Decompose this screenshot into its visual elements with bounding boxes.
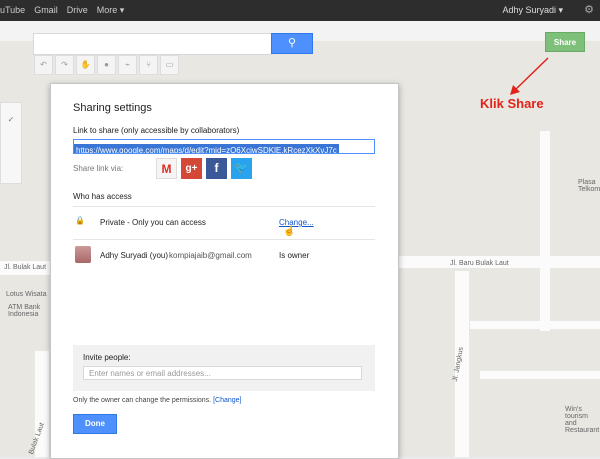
share-link-value: https://www.google.com/maps/d/edit?mid=z… xyxy=(74,144,339,153)
map-label: Jl. Bulak Laut xyxy=(4,264,47,271)
nav-gmail[interactable]: Gmail xyxy=(34,5,58,16)
search-icon: ⚲ xyxy=(287,37,297,49)
nav-more[interactable]: More ▾ xyxy=(97,5,125,16)
owner-role: Is owner xyxy=(279,251,310,260)
annotation-text: Klik Share xyxy=(480,96,544,111)
nav-drive[interactable]: Drive xyxy=(67,5,88,16)
divider xyxy=(73,239,375,240)
avatar xyxy=(75,246,91,263)
top-bar: uTube Gmail Drive More ▾ Adhy Suryadi ▾ … xyxy=(0,0,600,21)
owner-note: Only the owner can change the permission… xyxy=(73,397,242,404)
map-search-input[interactable] xyxy=(33,33,272,55)
share-link-field[interactable]: https://www.google.com/maps/d/edit?mid=z… xyxy=(73,139,375,154)
ruler-icon[interactable]: ▭ xyxy=(160,55,179,75)
marker-icon[interactable]: ● xyxy=(97,55,116,75)
layers-panel[interactable]: ✓ xyxy=(0,102,22,184)
redo-icon[interactable]: ↷ xyxy=(55,55,74,75)
owner-email: kompiajaib@gmail.com xyxy=(169,251,252,260)
gear-icon[interactable]: ⚙ xyxy=(584,3,594,16)
line-icon[interactable]: ⌁ xyxy=(118,55,137,75)
access-level: Private - Only you can access xyxy=(100,218,206,227)
hand-cursor-icon: ☝ xyxy=(283,226,296,237)
directions-icon[interactable]: ⑂ xyxy=(139,55,158,75)
twitter-icon[interactable]: 🐦 xyxy=(231,158,252,179)
access-row: 🔒 Private - Only you can access Change..… xyxy=(73,209,375,237)
account-menu[interactable]: Adhy Suryadi ▾ xyxy=(502,5,563,16)
dialog-title: Sharing settings xyxy=(73,102,152,114)
invite-section: Invite people: Enter names or email addr… xyxy=(73,345,375,391)
sharing-dialog: Sharing settings Link to share (only acc… xyxy=(50,83,399,459)
top-nav: uTube Gmail Drive More ▾ xyxy=(0,5,124,16)
hand-icon[interactable]: ✋ xyxy=(76,55,95,75)
gmail-icon[interactable]: M xyxy=(156,158,177,179)
map-label: Jl. Baru Bulak Laut xyxy=(450,260,509,267)
check-icon: ✓ xyxy=(7,115,15,124)
map-label: ATM Bank Indonesia xyxy=(8,304,41,318)
lock-icon: 🔒 xyxy=(75,216,85,225)
done-button[interactable]: Done xyxy=(73,414,117,434)
invite-label: Invite people: xyxy=(83,353,131,362)
divider xyxy=(73,206,375,207)
nav-youtube[interactable]: uTube xyxy=(0,5,25,16)
change-permissions-link[interactable]: [Change] xyxy=(213,397,241,404)
map-label: Win's tourism and Restaurant xyxy=(565,406,600,434)
map-toolbar: ↶ ↷ ✋ ● ⌁ ⑂ ▭ xyxy=(34,55,180,75)
owner-name: Adhy Suryadi (you) xyxy=(100,251,169,260)
share-button[interactable]: Share xyxy=(545,32,585,52)
map-label: Lotus Wisata xyxy=(6,291,47,298)
facebook-icon[interactable]: f xyxy=(206,158,227,179)
share-via-label: Share link via: xyxy=(73,164,124,173)
undo-icon[interactable]: ↶ xyxy=(34,55,53,75)
who-has-access-label: Who has access xyxy=(73,192,132,201)
search-button[interactable]: ⚲ xyxy=(271,33,313,54)
google-plus-icon[interactable]: g+ xyxy=(181,158,202,179)
owner-row: Adhy Suryadi (you) kompiajaib@gmail.com … xyxy=(73,242,375,270)
link-label: Link to share (only accessible by collab… xyxy=(73,126,240,135)
map-label: Plasa Telkom xyxy=(578,179,600,193)
annotation-arrow xyxy=(510,57,549,95)
invite-input[interactable]: Enter names or email addresses... xyxy=(83,366,362,380)
owner-note-text: Only the owner can change the permission… xyxy=(73,397,212,404)
